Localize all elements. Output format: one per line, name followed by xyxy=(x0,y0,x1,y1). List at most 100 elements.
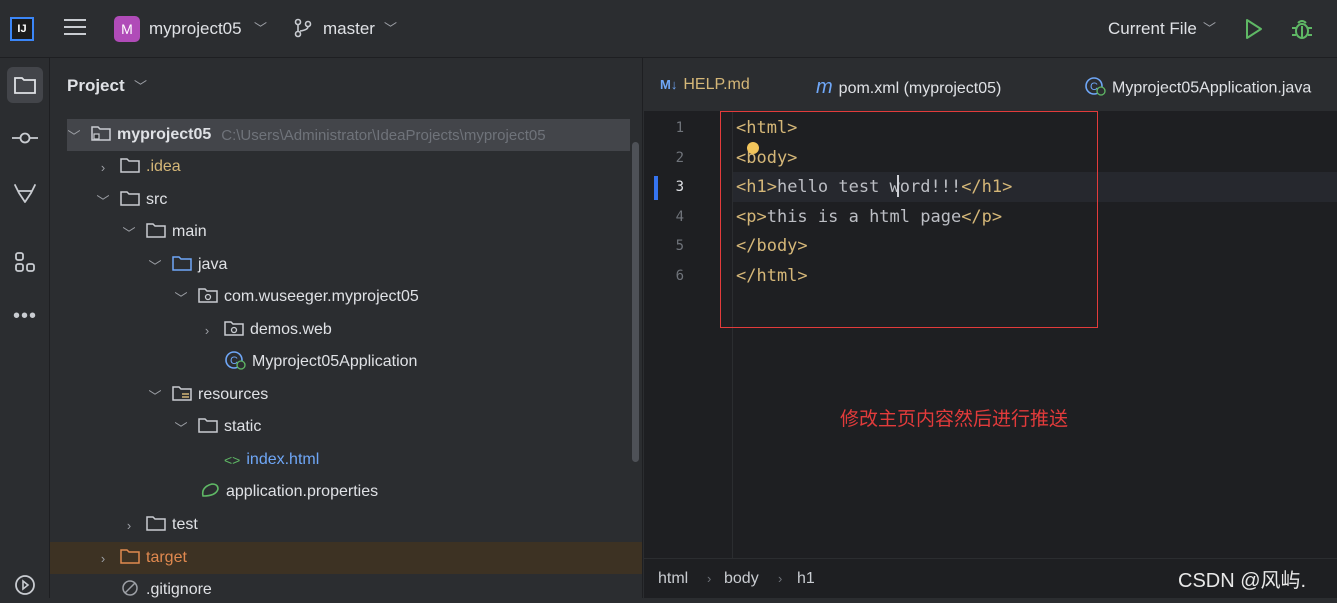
breadcrumb-separator-icon: › xyxy=(707,571,712,586)
tree-item-java[interactable]: ﹀ java xyxy=(50,249,642,281)
tree-item-package[interactable]: ﹀ com.wuseeger.myproject05 xyxy=(50,281,642,313)
tree-label: java xyxy=(198,256,228,273)
chevron-down-icon[interactable]: ﹀ xyxy=(174,418,188,437)
tree-item-main[interactable]: ﹀ main xyxy=(50,216,642,248)
line-number: 2 xyxy=(675,150,684,166)
breadcrumb-item[interactable]: body xyxy=(724,570,759,588)
structure-icon[interactable] xyxy=(7,244,43,280)
tree-item-application-class[interactable]: C Myproject05Application xyxy=(50,346,642,378)
spring-boot-class-icon: C xyxy=(224,350,246,375)
excluded-folder-icon xyxy=(120,548,140,569)
tree-item-idea[interactable]: › .idea xyxy=(50,151,642,183)
project-switcher[interactable]: myproject05 xyxy=(149,19,242,39)
tab-label: HELP.md xyxy=(683,76,750,93)
chevron-right-icon[interactable]: › xyxy=(96,551,110,566)
chevron-right-icon[interactable]: › xyxy=(200,323,214,338)
chevron-down-icon[interactable]: ﹀ xyxy=(148,256,162,275)
tree-label: test xyxy=(172,516,198,533)
run-icon[interactable] xyxy=(1244,18,1264,45)
tree-label: index.html xyxy=(246,451,320,468)
run-configuration-selector[interactable]: Current File xyxy=(1108,19,1197,39)
tab-label: Myproject05Application.java xyxy=(1112,79,1312,97)
tree-label: myproject05 xyxy=(117,126,212,143)
resources-folder-icon xyxy=(172,385,192,406)
folder-icon xyxy=(120,157,140,178)
chevron-down-icon[interactable]: ﹀ xyxy=(254,18,267,37)
source-folder-icon xyxy=(172,255,192,276)
scrollbar-thumb[interactable] xyxy=(632,142,639,462)
line-number: 6 xyxy=(675,268,684,284)
folder-icon xyxy=(146,222,166,243)
debug-icon[interactable] xyxy=(1290,16,1314,47)
line-number: 1 xyxy=(675,120,684,136)
commit-icon[interactable] xyxy=(7,120,43,156)
chevron-down-icon[interactable]: ﹀ xyxy=(384,18,397,37)
main-menu-icon[interactable] xyxy=(64,19,86,39)
breadcrumb-item[interactable]: html xyxy=(658,570,688,588)
watermark: CSDN @风屿. xyxy=(1178,570,1307,592)
chevron-down-icon[interactable]: ﹀ xyxy=(67,126,81,145)
chevron-down-icon[interactable]: ﹀ xyxy=(174,288,188,307)
chevron-right-icon[interactable]: › xyxy=(122,518,136,533)
tree-label: resources xyxy=(198,386,269,403)
tab-help-md[interactable]: M↓ HELP.md xyxy=(660,76,750,94)
tree-label: Myproject05Application xyxy=(252,353,418,370)
chevron-down-icon[interactable]: ﹀ xyxy=(1203,18,1216,37)
tree-item-root[interactable]: ﹀ myproject05 C:\Users\Administrator\Ide… xyxy=(67,119,630,151)
markdown-icon: M↓ xyxy=(660,77,678,92)
tree-label: com.wuseeger.myproject05 xyxy=(224,288,419,305)
gitlab-icon[interactable] xyxy=(7,175,43,211)
app-logo[interactable]: IJ xyxy=(10,17,34,41)
package-icon xyxy=(198,287,218,308)
tree-label: .idea xyxy=(146,158,181,175)
html-file-icon: <> xyxy=(224,452,241,468)
project-tool-icon[interactable] xyxy=(7,67,43,103)
tree-path: C:\Users\Administrator\IdeaProjects\mypr… xyxy=(221,126,546,144)
tree-label: target xyxy=(146,549,187,566)
chevron-down-icon[interactable]: ﹀ xyxy=(148,386,162,405)
folder-icon xyxy=(146,515,166,536)
tab-label: pom.xml (myproject05) xyxy=(838,80,1002,97)
tree-item-gitignore[interactable]: .gitignore xyxy=(50,574,642,599)
package-icon xyxy=(224,320,244,341)
chevron-down-icon[interactable]: ﹀ xyxy=(122,223,136,242)
tree-label: static xyxy=(224,418,262,435)
tree-item-index-html[interactable]: <> index.html xyxy=(50,444,642,476)
tree-item-static[interactable]: ﹀ static xyxy=(50,411,642,443)
module-folder-icon xyxy=(91,125,111,146)
line-number: 4 xyxy=(675,209,684,225)
tab-application-java[interactable]: C Myproject05Application.java xyxy=(1084,76,1311,101)
editor: M↓ HELP.md m pom.xml (myproject05) C Myproj… xyxy=(644,58,1337,598)
panel-title[interactable]: Project xyxy=(67,76,125,96)
chevron-down-icon[interactable]: ﹀ xyxy=(134,76,147,95)
tree-item-resources[interactable]: ﹀ resources xyxy=(50,379,642,411)
annotation-box xyxy=(720,111,1098,328)
tree-item-demos-web[interactable]: › demos.web xyxy=(50,314,642,346)
tree-label: .gitignore xyxy=(146,581,212,598)
more-tools-icon[interactable]: ••• xyxy=(7,298,43,334)
tree-label: demos.web xyxy=(250,321,332,338)
tree-item-target[interactable]: › target xyxy=(50,542,642,574)
breadcrumb-item[interactable]: h1 xyxy=(797,570,815,588)
project-panel: Project ﹀ ﹀ myproject05 C:\Users\Adminis… xyxy=(50,58,643,598)
tab-pom-xml[interactable]: m pom.xml (myproject05) xyxy=(816,76,1001,99)
tree-item-src[interactable]: ﹀ src xyxy=(50,184,642,216)
folder-icon xyxy=(198,417,218,438)
chevron-down-icon[interactable]: ﹀ xyxy=(96,191,110,210)
branch-switcher[interactable]: master xyxy=(323,19,375,39)
line-number: 5 xyxy=(675,238,684,254)
git-branch-icon[interactable] xyxy=(294,18,312,43)
ignore-file-icon xyxy=(120,579,140,599)
tree-item-test[interactable]: › test xyxy=(50,509,642,541)
breadcrumb-separator-icon: › xyxy=(778,571,783,586)
folder-icon xyxy=(120,190,140,211)
tree-label: main xyxy=(172,223,207,240)
project-badge[interactable]: M xyxy=(114,16,140,42)
chevron-right-icon[interactable]: › xyxy=(96,160,110,175)
tree-item-application-properties[interactable]: application.properties xyxy=(50,476,642,508)
spring-boot-class-icon: C xyxy=(1084,76,1106,101)
properties-file-icon xyxy=(200,481,220,504)
maven-icon: m xyxy=(816,76,833,98)
change-marker xyxy=(654,176,658,200)
annotation-text: 修改主页内容然后进行推送 xyxy=(840,409,1069,430)
